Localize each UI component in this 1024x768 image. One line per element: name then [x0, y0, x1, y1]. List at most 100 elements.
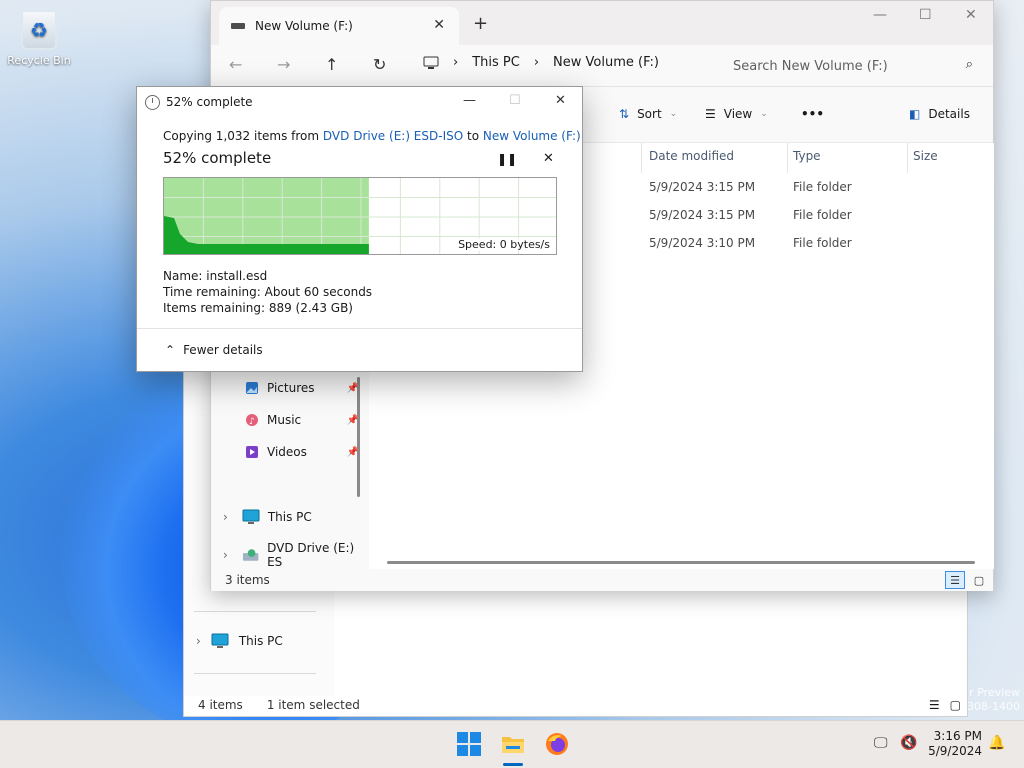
sidebar-item-label: Music: [267, 413, 302, 427]
taskbar: 🖵 🔇 3:16 PM 5/9/2024 🔔: [0, 720, 1024, 768]
firefox-icon[interactable]: [544, 731, 570, 757]
copy-progress-dialog: 52% complete — ☐ ✕ Copying 1,032 items f…: [136, 86, 583, 372]
dialog-divider: [137, 328, 582, 329]
notification-bell-icon[interactable]: 🔔: [988, 735, 1005, 751]
row-type: File folder: [793, 180, 852, 194]
sidebar-item-this-pc[interactable]: › This PC: [223, 509, 312, 525]
details-label: Details: [928, 107, 970, 121]
maximize-icon[interactable]: ☐: [919, 7, 932, 23]
source-link[interactable]: DVD Drive (E:) ESD-ISO: [323, 129, 463, 143]
tab-new-volume[interactable]: New Volume (F:) ✕: [219, 7, 459, 45]
sidebar-item-music[interactable]: ♪ Music 📌: [245, 413, 359, 427]
details-view-icon[interactable]: ☰: [929, 698, 940, 712]
cancel-copy-button[interactable]: ✕: [543, 151, 554, 166]
to-word: to: [463, 129, 483, 143]
clock-icon: [145, 94, 160, 110]
tiles-view-icon[interactable]: ▢: [950, 698, 961, 712]
column-divider[interactable]: [787, 143, 788, 173]
column-type[interactable]: Type: [793, 149, 821, 163]
sort-arrows-icon: ⇅: [619, 107, 630, 121]
chevron-right-icon[interactable]: ›: [196, 634, 201, 648]
close-tab-icon[interactable]: ✕: [433, 17, 445, 33]
minimize-icon[interactable]: —: [463, 93, 476, 108]
view-list-icon: ☰: [705, 107, 716, 121]
chevron-right-icon[interactable]: ›: [223, 510, 228, 524]
sidebar-scrollbar[interactable]: [357, 377, 360, 497]
chevron-down-icon: ⌄: [760, 109, 768, 119]
search-box[interactable]: Search New Volume (F:) ⌕: [721, 51, 985, 81]
drive-icon: [231, 23, 245, 29]
start-windows-icon[interactable]: [456, 731, 482, 757]
address-bar: ← → ↑ ↻ › This PC › New Volume (F:) Sear…: [211, 45, 993, 87]
search-placeholder: Search New Volume (F:): [733, 58, 888, 74]
transfer-details: Name: install.esd Time remaining: About …: [163, 268, 372, 316]
details-view-icon[interactable]: ☰: [945, 571, 965, 589]
percent-heading: 52% complete: [163, 149, 272, 167]
copy-description: Copying 1,032 items from DVD Drive (E:) …: [163, 129, 581, 143]
breadcrumb-this-pc[interactable]: This PC: [472, 55, 520, 70]
recycle-bin-shortcut[interactable]: ♻ Recycle Bin: [6, 8, 72, 67]
search-icon: ⌕: [965, 57, 973, 72]
close-dialog-icon[interactable]: ✕: [555, 93, 566, 108]
background-sidebar-this-pc[interactable]: › This PC: [196, 633, 283, 649]
destination-link[interactable]: New Volume (F:): [483, 129, 581, 143]
time-remaining: Time remaining: About 60 seconds: [163, 285, 373, 299]
details-pane-button[interactable]: ◧ Details: [909, 107, 970, 121]
sidebar-item-videos[interactable]: Videos 📌: [245, 445, 359, 459]
pause-button[interactable]: ❚❚: [497, 152, 517, 166]
file-explorer-icon[interactable]: [500, 731, 526, 757]
tab-title: New Volume (F:): [255, 19, 353, 33]
monitor-icon: [211, 633, 229, 648]
new-tab-button[interactable]: +: [473, 13, 488, 34]
pictures-icon: [246, 382, 258, 394]
monitor-icon: [423, 56, 439, 69]
recycle-bin-icon: ♻: [21, 10, 57, 50]
dvd-drive-icon: [242, 549, 259, 561]
row-date: 5/9/2024 3:15 PM: [649, 180, 756, 194]
view-button[interactable]: ☰ View ⌄: [705, 107, 768, 121]
forward-arrow-icon[interactable]: →: [277, 55, 290, 74]
fewer-details-button[interactable]: ⌃ Fewer details: [165, 343, 263, 357]
system-clock[interactable]: 3:16 PM 5/9/2024: [926, 729, 982, 759]
background-this-pc-label: This PC: [238, 634, 283, 648]
volume-muted-icon[interactable]: 🔇: [900, 735, 917, 751]
item-count: 3 items: [225, 573, 270, 587]
sidebar-item-dvd-drive[interactable]: › DVD Drive (E:) ES: [223, 541, 369, 569]
more-options-button[interactable]: •••: [801, 107, 824, 121]
minimize-icon[interactable]: —: [873, 7, 887, 23]
sidebar-divider: [194, 673, 316, 674]
music-icon: ♪: [246, 414, 258, 427]
dialog-title-bar: 52% complete — ☐ ✕: [137, 87, 582, 117]
tab-bar: New Volume (F:) ✕ + — ☐ ✕: [211, 1, 993, 45]
background-item-count: 4 items: [198, 698, 243, 712]
refresh-icon[interactable]: ↻: [373, 55, 386, 74]
background-selection-count: 1 item selected: [266, 698, 360, 712]
sidebar-item-label: Videos: [267, 445, 307, 459]
sidebar-item-pictures[interactable]: Pictures 📌: [245, 381, 359, 395]
chevron-right-icon[interactable]: ›: [223, 548, 228, 562]
breadcrumb-new-volume[interactable]: New Volume (F:): [553, 55, 659, 70]
close-window-icon[interactable]: ✕: [965, 7, 977, 23]
status-bar: 3 items ☰ ▢: [211, 569, 993, 591]
network-icon[interactable]: 🖵: [874, 735, 888, 751]
recycle-bin-label: Recycle Bin: [7, 54, 71, 67]
column-size[interactable]: Size: [913, 149, 938, 163]
speed-label: Speed: 0 bytes/s: [458, 238, 550, 251]
column-date-modified[interactable]: Date modified: [649, 149, 734, 163]
clock-date: 5/9/2024: [928, 744, 982, 758]
row-type: File folder: [793, 208, 852, 222]
watermark-line1: r Preview: [969, 686, 1020, 699]
column-divider[interactable]: [641, 143, 642, 173]
view-label: View: [723, 107, 753, 121]
column-divider[interactable]: [907, 143, 908, 173]
horizontal-scrollbar[interactable]: [387, 561, 975, 564]
videos-icon: [246, 446, 258, 458]
tiles-view-icon[interactable]: ▢: [969, 571, 989, 589]
chevron-right-icon: ›: [453, 55, 459, 70]
up-arrow-icon[interactable]: ↑: [325, 55, 338, 74]
active-app-indicator: [503, 763, 523, 766]
watermark-line2: 0308-1400: [960, 700, 1020, 713]
back-arrow-icon[interactable]: ←: [229, 55, 242, 74]
sidebar-item-label: DVD Drive (E:) ES: [267, 541, 355, 569]
sort-button[interactable]: ⇅ Sort ⌄: [619, 107, 677, 121]
